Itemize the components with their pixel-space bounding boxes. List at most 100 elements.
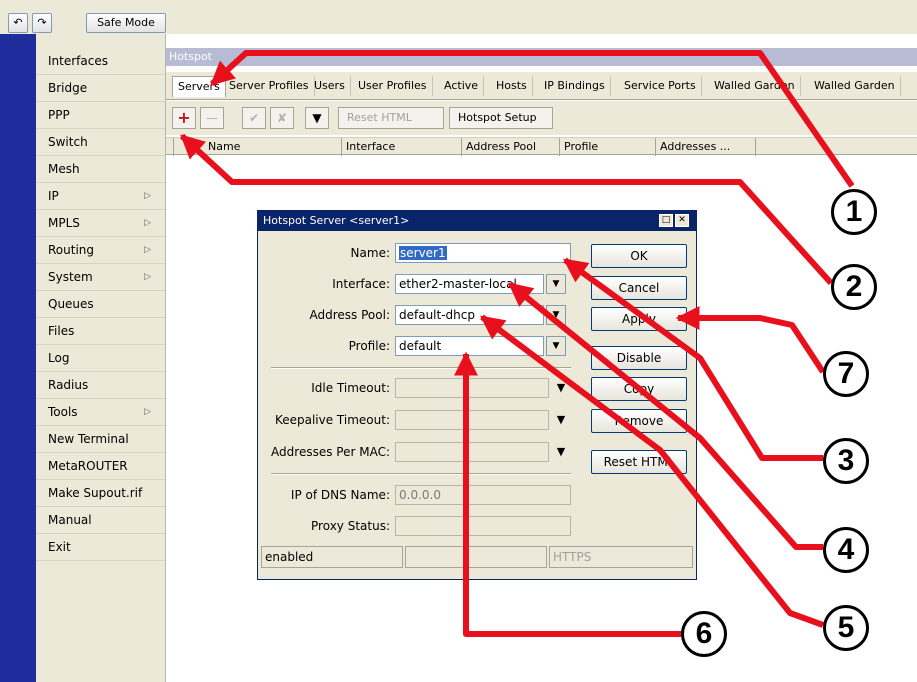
tab-user-profiles[interactable]: User Profiles [353,76,433,96]
sidebar-item-make-supout-rif[interactable]: Make Supout.rif [36,480,165,507]
sidebar-item-label: IP [48,189,59,203]
add-plus-icon[interactable]: + [172,107,196,129]
addresses-per-mac-dropdown-icon[interactable]: ▼ [552,442,570,462]
cancel-button[interactable]: Cancel [591,276,687,300]
sidebar-item-tools[interactable]: Tools ▷ [36,399,165,426]
hotspot-toolbar: + — ✔ ✘ ▼ Reset HTML Hotspot Setup [166,101,917,135]
profile-dropdown-icon[interactable]: ▼ [546,336,566,356]
submenu-arrow-icon: ▷ [144,191,151,201]
interface-dropdown-icon[interactable]: ▼ [546,274,566,294]
top-toolbar: ↶ ↷ Safe Mode [0,0,917,34]
sidebar-item-radius[interactable]: Radius [36,372,165,399]
sidebar-item-label: MetaROUTER [48,459,128,473]
close-icon[interactable]: ✕ [675,214,689,227]
submenu-arrow-icon: ▷ [144,218,151,228]
sidebar-item-label: New Terminal [48,432,129,446]
disable-x-icon[interactable]: ✘ [270,107,294,129]
callout-3: 3 [823,438,869,484]
sidebar-item-label: System [48,270,93,284]
proxy-status-field[interactable] [395,516,571,536]
sidebar-item-label: MPLS [48,216,80,230]
ok-button[interactable]: OK [591,244,687,268]
sidebar-item-label: Bridge [48,81,88,95]
name-field[interactable]: server1 [395,243,571,263]
addresses-per-mac-field[interactable] [395,442,549,462]
tab-ip-bindings[interactable]: IP Bindings [539,76,611,96]
ip-of-dns-name-label: IP of DNS Name: [290,488,390,502]
sidebar-item-mpls[interactable]: MPLS ▷ [36,210,165,237]
idle-timeout-field[interactable] [395,378,549,398]
sidebar-item-files[interactable]: Files [36,318,165,345]
sidebar-item-switch[interactable]: Switch [36,129,165,156]
remove-minus-icon[interactable]: — [200,107,224,129]
keepalive-timeout-field[interactable] [395,410,549,430]
sidebar-item-metarouter[interactable]: MetaROUTER [36,453,165,480]
idle-timeout-dropdown-icon[interactable]: ▼ [552,378,570,398]
sidebar-item-exit[interactable]: Exit [36,534,165,561]
dialog-title: Hotspot Server <server1> □ ✕ [258,211,696,231]
remove-button[interactable]: Remove [591,409,687,433]
reset-html-button[interactable]: Reset HTML [338,107,444,129]
column-address-pool[interactable]: Address Pool [462,138,560,156]
sidebar-item-mesh[interactable]: Mesh [36,156,165,183]
sidebar-item-routing[interactable]: Routing ▷ [36,237,165,264]
sidebar-item-interfaces[interactable]: Interfaces [36,48,165,75]
callout-4: 4 [823,527,869,573]
redo-icon[interactable]: ↷ [32,13,52,33]
column-name[interactable]: Name [174,138,342,156]
name-value: server1 [399,246,447,260]
tab-active[interactable]: Active [439,76,485,96]
reset-html-dialog-button[interactable]: Reset HTML [591,450,687,474]
dialog-title-text: Hotspot Server <server1> [263,214,410,227]
column-spacer [166,138,174,156]
profile-select[interactable]: default [395,336,544,356]
hotspot-setup-button[interactable]: Hotspot Setup [449,107,553,129]
copy-button[interactable]: Copy [591,377,687,401]
apply-button[interactable]: Apply [591,307,687,331]
tab-server-profiles[interactable]: Server Profiles [224,76,315,96]
column-addresses[interactable]: Addresses ... [656,138,756,156]
address-pool-dropdown-icon[interactable]: ▼ [546,305,566,325]
tab-walled-garden[interactable]: Walled Garden [709,76,801,96]
tab-servers[interactable]: Servers [172,76,226,97]
tab-service-ports[interactable]: Service Ports [619,76,702,96]
sidebar-item-queues[interactable]: Queues [36,291,165,318]
callout-5: 5 [823,605,869,651]
sidebar-item-ppp[interactable]: PPP [36,102,165,129]
separator [271,473,571,475]
sidebar-item-system[interactable]: System ▷ [36,264,165,291]
undo-icon[interactable]: ↶ [8,13,28,33]
sidebar-item-label: Make Supout.rif [48,486,143,500]
sidebar-item-label: Radius [48,378,89,392]
tab-hosts[interactable]: Hosts [491,76,533,96]
maximize-icon[interactable]: □ [659,214,673,227]
sidebar-item-label: Routing [48,243,95,257]
tab-walled-garden-ip-list[interactable]: Walled Garden [809,76,901,96]
ip-of-dns-name-field[interactable]: 0.0.0.0 [395,485,571,505]
winbox-side-strip [0,34,36,682]
sidebar-item-bridge[interactable]: Bridge [36,75,165,102]
sidebar-item-label: PPP [48,108,70,122]
status-enabled: enabled [261,546,403,568]
enable-check-icon[interactable]: ✔ [242,107,266,129]
disable-button[interactable]: Disable [591,346,687,370]
keepalive-timeout-label: Keepalive Timeout: [274,413,390,427]
safe-mode-button[interactable]: Safe Mode [86,13,166,33]
sidebar-item-manual[interactable]: Manual [36,507,165,534]
callout-1: 1 [831,189,877,235]
sidebar-item-new-terminal[interactable]: New Terminal [36,426,165,453]
sidebar-item-label: Queues [48,297,94,311]
sidebar-item-ip[interactable]: IP ▷ [36,183,165,210]
keepalive-timeout-dropdown-icon[interactable]: ▼ [552,410,570,430]
sidebar-item-label: Exit [48,540,71,554]
tab-users[interactable]: Users [309,76,351,96]
sidebar-item-log[interactable]: Log [36,345,165,372]
sidebar-item-label: Manual [48,513,92,527]
column-interface[interactable]: Interface [342,138,462,156]
filter-icon[interactable]: ▼ [305,107,329,129]
column-profile[interactable]: Profile [560,138,656,156]
address-pool-select[interactable]: default-dhcp [395,305,544,325]
hotspot-window-title: Hotspot [166,48,917,66]
sidebar-item-label: Switch [48,135,88,149]
interface-select[interactable]: ether2-master-local [395,274,544,294]
